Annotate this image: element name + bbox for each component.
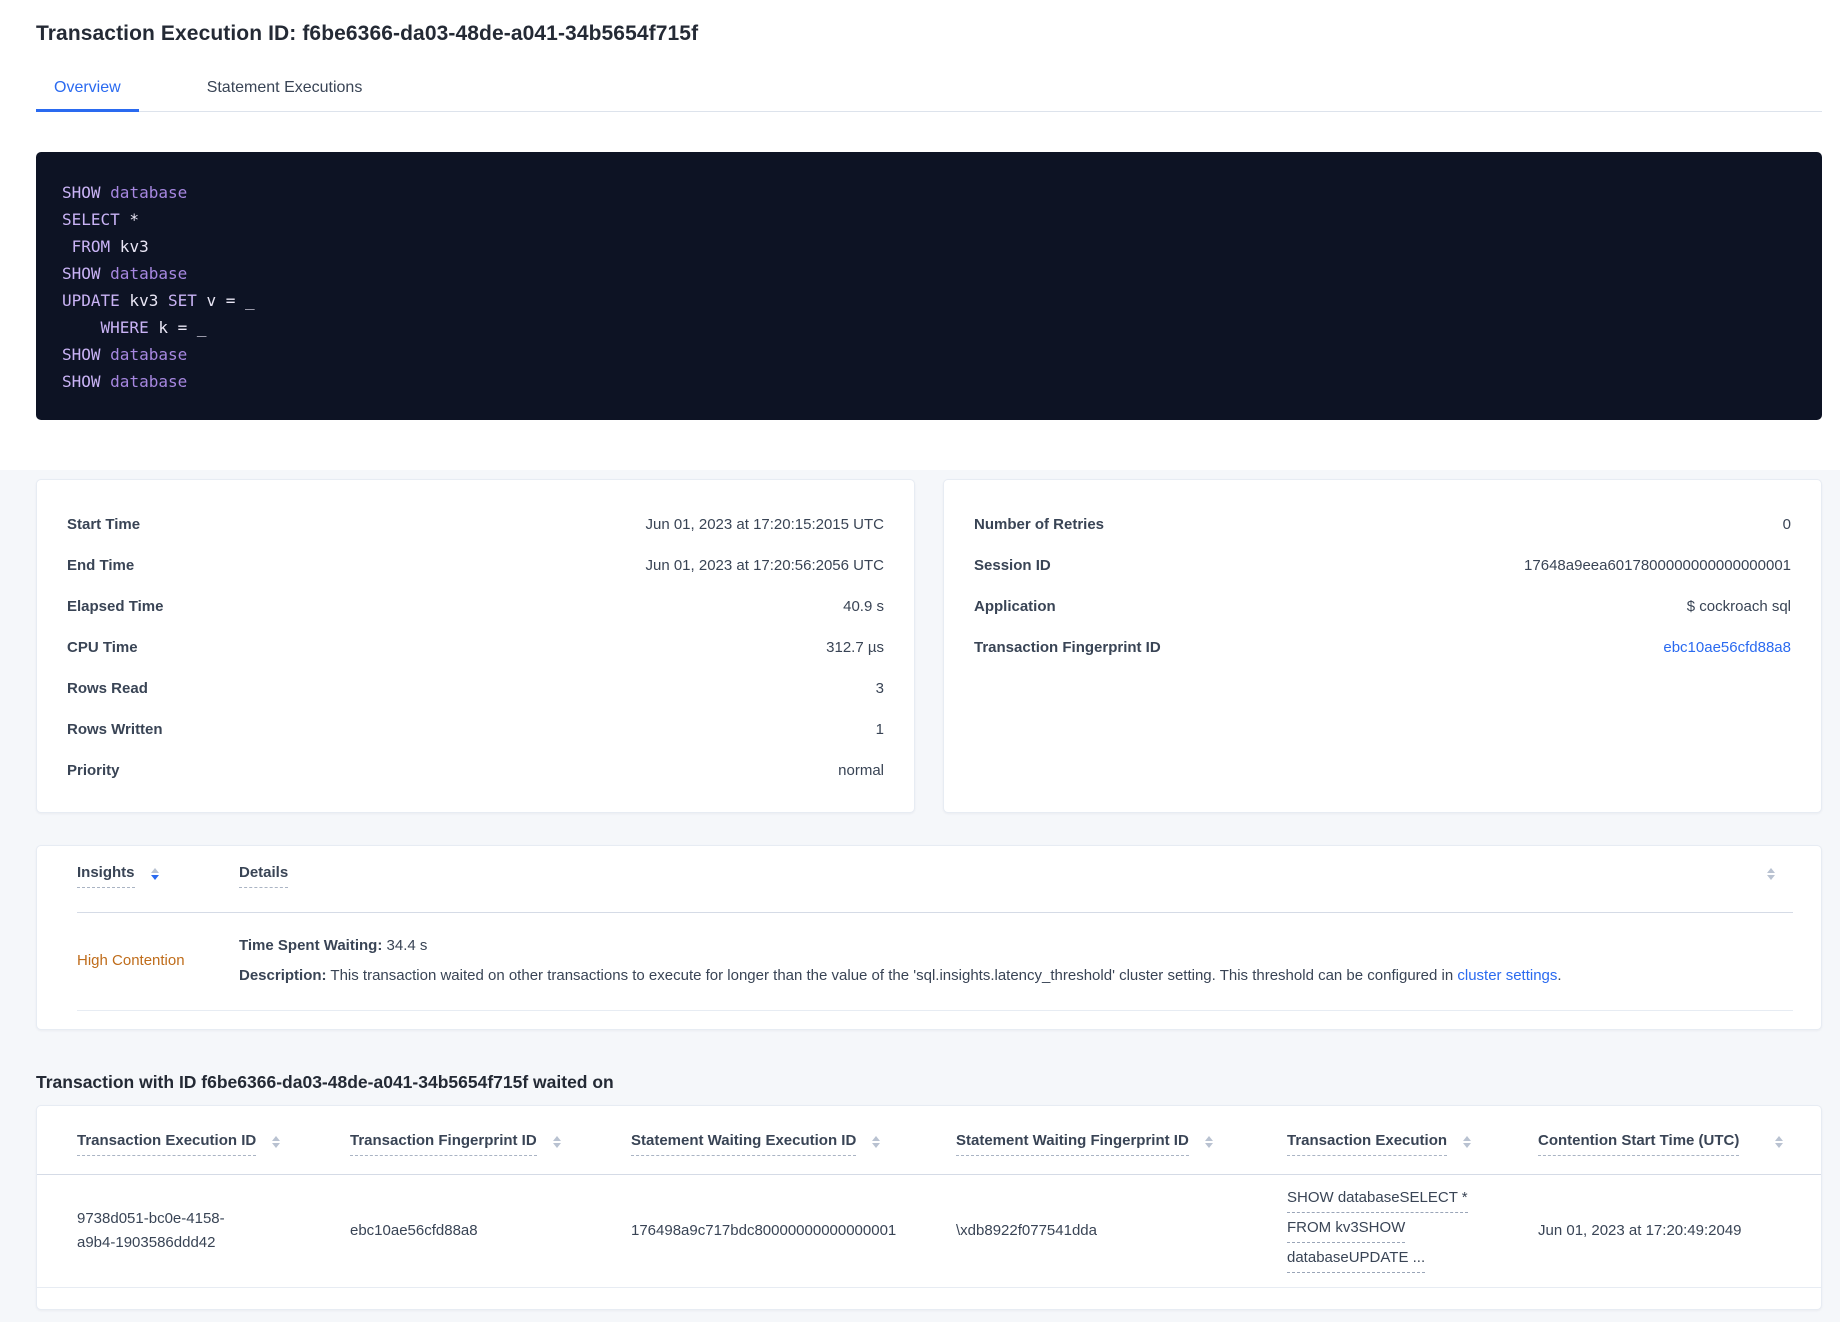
session-id-label: Session ID <box>974 557 1051 574</box>
application-label: Application <box>974 598 1056 615</box>
sql-line: SHOW database <box>62 345 188 364</box>
tab-bar: Overview Statement Executions <box>36 73 1822 112</box>
cell-statement-waiting-execution-id: 176498a9c717bdc80000000000000001 <box>631 1222 897 1239</box>
time-spent-waiting: Time Spent Waiting: 34.4 s <box>239 937 428 954</box>
sort-icon[interactable] <box>1767 868 1775 880</box>
cell-statement-waiting-fingerprint-id: \xdb8922f077541dda <box>956 1222 1097 1239</box>
cluster-settings-link[interactable]: cluster settings <box>1457 967 1557 984</box>
details-column-header[interactable]: Details <box>239 864 289 888</box>
overview-page: Transaction Execution ID: f6be6366-da03-… <box>0 0 1840 470</box>
sort-icon[interactable] <box>872 1136 881 1148</box>
rows-written-value: 1 <box>875 721 884 738</box>
summary-row: Priority normal <box>67 750 884 791</box>
insights-header: Insights Details <box>77 864 1793 913</box>
insight-row: High Contention Time Spent Waiting: 34.4… <box>77 913 1793 1011</box>
start-time-label: Start Time <box>67 516 141 533</box>
summary-card-times: Start Time Jun 01, 2023 at 17:20:15:2015 … <box>36 479 915 813</box>
col-contention-start-time[interactable]: Contention Start Time (UTC) <box>1538 1132 1740 1156</box>
col-statement-waiting-fingerprint-id[interactable]: Statement Waiting Fingerprint ID <box>956 1132 1189 1156</box>
summary-row: Application $ cockroach sql <box>974 586 1791 627</box>
page-title: Transaction Execution ID: f6be6366-da03-… <box>36 22 699 45</box>
insight-description: Description: This transaction waited on … <box>239 967 1562 984</box>
col-transaction-execution[interactable]: Transaction Execution <box>1287 1132 1448 1156</box>
waited-on-heading: Transaction with ID f6be6366-da03-48de-a… <box>36 1072 614 1092</box>
rows-read-label: Rows Read <box>67 680 148 697</box>
summary-row: Rows Read 3 <box>67 668 884 709</box>
retries-label: Number of Retries <box>974 516 1105 533</box>
insight-type-badge: High Contention <box>77 952 185 969</box>
sql-line: SHOW database <box>62 183 188 202</box>
cpu-time-value: 312.7 µs <box>826 639 884 656</box>
insights-table: Insights Details High Contention Time Sp… <box>36 845 1822 1030</box>
waited-on-table: Transaction Execution ID Transaction Fin… <box>36 1105 1822 1310</box>
start-time-value: Jun 01, 2023 at 17:20:15:2015 UTC <box>645 516 884 533</box>
sql-line: WHERE k = _ <box>100 318 207 337</box>
cell-transaction-execution-id: 9738d051-bc0e-4158-a9b4-1903586ddd42 <box>77 1210 225 1251</box>
waited-on-table-row: 9738d051-bc0e-4158-a9b4-1903586ddd42 ebc… <box>37 1175 1821 1288</box>
col-statement-waiting-execution-id[interactable]: Statement Waiting Execution ID <box>631 1132 857 1156</box>
summary-row: Elapsed Time 40.9 s <box>67 586 884 627</box>
retries-value: 0 <box>1782 516 1791 533</box>
summary-row: CPU Time 312.7 µs <box>67 627 884 668</box>
cell-contention-start-time: Jun 01, 2023 at 17:20:49:2049 <box>1538 1222 1742 1239</box>
cpu-time-label: CPU Time <box>67 639 138 656</box>
sort-icon[interactable] <box>552 1136 561 1148</box>
sql-line: SELECT * <box>62 210 140 229</box>
cell-transaction-execution-link[interactable]: SHOW databaseSELECT * FROM kv3SHOW datab… <box>1287 1186 1538 1276</box>
priority-label: Priority <box>67 762 120 779</box>
summary-row: Start Time Jun 01, 2023 at 17:20:15:2015 … <box>67 504 884 545</box>
priority-value: normal <box>838 762 884 779</box>
sort-icon[interactable] <box>1463 1136 1472 1148</box>
elapsed-time-value: 40.9 s <box>843 598 884 615</box>
sort-icon[interactable] <box>272 1136 281 1148</box>
insights-column-header[interactable]: Insights <box>77 864 135 888</box>
summary-row: Number of Retries 0 <box>974 504 1791 545</box>
sql-line: SHOW database <box>62 264 188 283</box>
end-time-label: End Time <box>67 557 135 574</box>
sql-line: FROM kv3 <box>71 237 149 256</box>
rows-written-label: Rows Written <box>67 721 163 738</box>
col-transaction-execution-id[interactable]: Transaction Execution ID <box>77 1132 257 1156</box>
sql-code-block: SHOW database SELECT * FROM kv3 SHOW dat… <box>36 152 1822 420</box>
details-section: Start Time Jun 01, 2023 at 17:20:15:2015 … <box>0 470 1840 1322</box>
summary-row: Rows Written 1 <box>67 709 884 750</box>
summary-card-session: Number of Retries 0 Session ID 17648a9eea6… <box>943 479 1822 813</box>
cell-transaction-fingerprint-id: ebc10ae56cfd88a8 <box>350 1222 478 1239</box>
rows-read-value: 3 <box>875 680 884 697</box>
sort-icon[interactable] <box>1775 1136 1783 1148</box>
tab-overview[interactable]: Overview <box>36 73 139 112</box>
summary-row: Session ID 17648a9eea60178000000000000000… <box>974 545 1791 586</box>
summary-row: Transaction Fingerprint ID ebc10ae56cfd88… <box>974 627 1791 668</box>
waited-on-table-header: Transaction Execution ID Transaction Fin… <box>37 1106 1821 1175</box>
sql-line: UPDATE kv3 SET v = _ <box>62 291 255 310</box>
transaction-fingerprint-link[interactable]: ebc10ae56cfd88a8 <box>1663 639 1791 656</box>
elapsed-time-label: Elapsed Time <box>67 598 164 615</box>
sql-line: SHOW database <box>62 372 188 391</box>
application-value: $ cockroach sql <box>1686 598 1791 615</box>
tab-statement-executions[interactable]: Statement Executions <box>189 73 381 112</box>
session-id-value: 17648a9eea6017800000000000000001 <box>1524 557 1791 574</box>
col-transaction-fingerprint-id[interactable]: Transaction Fingerprint ID <box>350 1132 537 1156</box>
summary-row: End Time Jun 01, 2023 at 17:20:56:2056 UT… <box>67 545 884 586</box>
end-time-value: Jun 01, 2023 at 17:20:56:2056 UTC <box>645 557 884 574</box>
sort-icon[interactable] <box>1204 1136 1213 1148</box>
sort-icon[interactable] <box>150 868 159 880</box>
transaction-fingerprint-label: Transaction Fingerprint ID <box>974 639 1161 656</box>
